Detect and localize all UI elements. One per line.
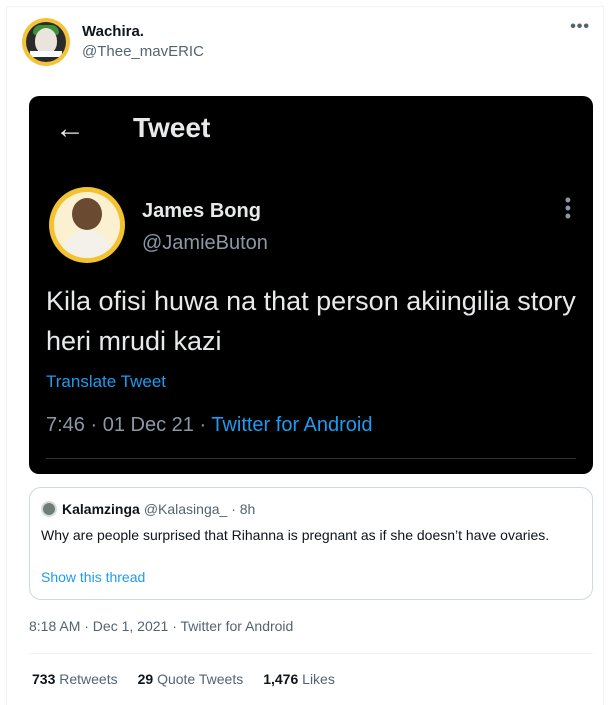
likes-label: Likes: [302, 671, 335, 687]
retweets-label: Retweets: [59, 671, 118, 687]
screenshot-meta: 7:46 · 01 Dec 21 · Twitter for Android: [46, 414, 373, 436]
quoted-tweet-text: Why are people surprised that Rihanna is…: [41, 527, 550, 543]
tweet-timestamp[interactable]: 8:18 AM · Dec 1, 2021 · Twitter for Andr…: [29, 618, 293, 634]
quote-tweets-label: Quote Tweets: [157, 671, 244, 687]
quoted-dot: ·: [227, 501, 240, 517]
screenshot-divider: [46, 458, 576, 459]
screenshot-date: 01 Dec 21: [102, 414, 194, 436]
author-avatar[interactable]: [22, 18, 70, 66]
divider: [29, 653, 593, 654]
retweets-stat[interactable]: 733 Retweets: [32, 671, 118, 687]
quoted-handle[interactable]: @Kalasinga_: [144, 501, 228, 517]
tweet-stats: 733 Retweets 29 Quote Tweets 1,476 Likes: [32, 671, 355, 687]
more-horizontal-icon[interactable]: •••: [570, 18, 590, 36]
screenshot-time: 7:46: [46, 414, 85, 436]
more-vertical-icon: • • •: [564, 190, 571, 226]
likes-stat[interactable]: 1,476 Likes: [263, 671, 335, 687]
quoted-avatar[interactable]: [41, 501, 57, 517]
quoted-display-name[interactable]: Kalamzinga: [62, 501, 140, 517]
author-handle[interactable]: @Thee_mavERIC: [82, 42, 204, 62]
show-thread-link[interactable]: Show this thread: [41, 569, 145, 585]
quote-tweets-stat[interactable]: 29 Quote Tweets: [138, 671, 244, 687]
embedded-tweet-screenshot[interactable]: ← Tweet James Bong @JamieButon • • • Kila …: [29, 96, 593, 474]
retweets-count: 733: [32, 671, 56, 687]
quote-tweets-count: 29: [137, 671, 154, 687]
screenshot-tweet-text: Kila ofisi huwa na that person akiingili…: [46, 286, 576, 356]
screenshot-display-name: James Bong: [142, 200, 261, 222]
arrow-left-icon: ←: [55, 112, 85, 145]
avatar-image: [26, 22, 66, 62]
screenshot-handle: @JamieButon: [142, 232, 268, 254]
author-display-name[interactable]: Wachira.: [82, 22, 204, 42]
tweet-author[interactable]: Wachira. @Thee_mavERIC: [22, 14, 204, 70]
screenshot-header-title: Tweet: [133, 112, 211, 143]
likes-count: 1,476: [263, 671, 299, 687]
screenshot-translate-link: Translate Tweet: [46, 372, 167, 391]
screenshot-avatar: [49, 187, 125, 263]
screenshot-source: Twitter for Android: [211, 414, 373, 436]
quoted-age: 8h: [239, 501, 256, 517]
quoted-tweet[interactable]: Kalamzinga @Kalasinga_ · 8h Why are peop…: [29, 487, 593, 600]
